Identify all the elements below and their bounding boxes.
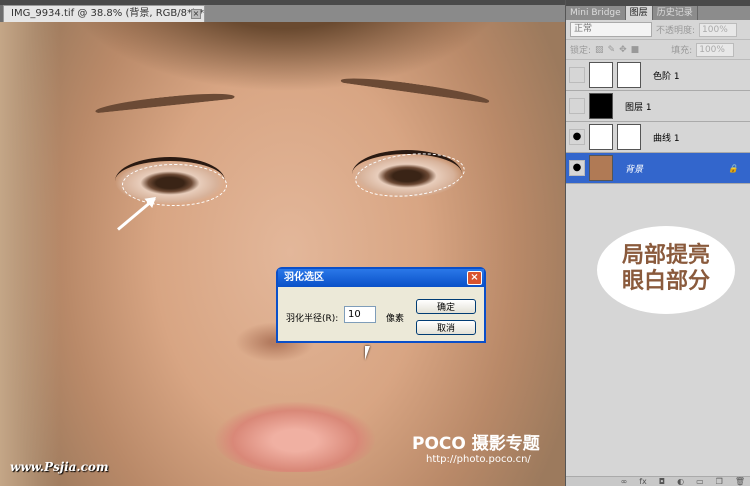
layer-thumbnail	[589, 155, 613, 181]
opacity-input[interactable]: 100%	[699, 22, 738, 37]
new-layer-icon[interactable]: ❐	[716, 477, 723, 486]
panel-footer: ∞ fx ◘ ◐ ▭ ❐ 🗑	[566, 476, 750, 486]
watermark-poco: POCO 摄影专题 http://photo.poco.cn/	[412, 434, 540, 466]
close-icon[interactable]: ×	[467, 271, 482, 285]
layer-mask-thumbnail	[617, 124, 641, 150]
eye-icon[interactable]: ●	[569, 160, 585, 176]
levels-icon	[589, 62, 613, 88]
adjustment-icon[interactable]: ◐	[677, 477, 684, 486]
eye-icon[interactable]: ●	[569, 129, 585, 145]
lips	[215, 402, 375, 472]
trash-icon[interactable]: 🗑	[735, 477, 745, 486]
visibility-toggle[interactable]	[569, 98, 585, 114]
mask-icon[interactable]: ◘	[659, 477, 665, 486]
tab-mini-bridge[interactable]: Mini Bridge	[566, 6, 626, 20]
blend-mode-select[interactable]: 正常	[570, 22, 652, 37]
dialog-titlebar[interactable]: 羽化选区 ×	[278, 269, 484, 287]
left-eyebrow	[94, 89, 236, 119]
lock-paint-icon[interactable]: ✎	[608, 45, 616, 55]
annotation-bubble: 局部提亮 眼白部分	[597, 226, 735, 314]
selection-marquee-left	[122, 164, 227, 206]
feather-selection-dialog: 羽化选区 × 羽化半径(R): 像素 确定 取消	[276, 267, 486, 343]
layer-name: 图层 1	[625, 102, 652, 113]
lock-row: 锁定: ▨ ✎ ✥ ■ 填充: 100%	[566, 40, 750, 60]
layer-thumbnail	[589, 93, 613, 119]
annotation-line-1: 局部提亮	[621, 243, 710, 268]
arrow-icon	[117, 197, 156, 231]
tab-strip	[205, 5, 565, 22]
mouse-cursor-icon	[365, 346, 375, 360]
unit-label: 像素	[386, 314, 405, 324]
lock-transparency-icon[interactable]: ▨	[595, 45, 604, 55]
panel-tabs: Mini Bridge 图层 历史记录	[566, 6, 750, 20]
image-canvas[interactable]: www.Psjia.com POCO 摄影专题 http://photo.poco…	[0, 22, 565, 486]
tab-history[interactable]: 历史记录	[653, 6, 698, 20]
watermark-url: http://photo.poco.cn/	[426, 454, 531, 466]
feather-radius-input[interactable]	[344, 306, 376, 323]
lock-move-icon[interactable]: ✥	[619, 45, 627, 55]
visibility-toggle[interactable]	[569, 67, 585, 83]
hair	[60, 22, 510, 92]
dialog-title: 羽化选区	[284, 272, 324, 283]
curves-icon	[589, 124, 613, 150]
fx-icon[interactable]: fx	[639, 477, 647, 486]
fill-input[interactable]: 100%	[696, 42, 735, 57]
layer-name: 色阶 1	[653, 71, 680, 82]
background	[0, 22, 60, 486]
layer-mask-thumbnail	[617, 62, 641, 88]
tab-layers[interactable]: 图层	[625, 6, 653, 20]
watermark-brand: POCO 摄影专题	[412, 434, 540, 454]
lock-all-icon[interactable]: ■	[631, 45, 640, 55]
document-tab-title: IMG_9934.tif @ 38.8% (背景, RGB/8*) *	[11, 8, 205, 19]
watermark-psjia: www.Psjia.com	[10, 460, 109, 474]
layer-levels[interactable]: 色阶 1	[566, 60, 750, 91]
fill-label: 填充:	[671, 46, 693, 56]
blend-row: 正常 不透明度: 100%	[566, 20, 750, 40]
link-icon[interactable]: ∞	[621, 477, 628, 486]
lock-label: 锁定:	[570, 46, 592, 56]
annotation-line-2: 眼白部分	[621, 269, 710, 294]
cancel-button[interactable]: 取消	[416, 320, 476, 335]
layer-background[interactable]: ● 背景 🔒	[566, 153, 750, 184]
document-tab[interactable]: IMG_9934.tif @ 38.8% (背景, RGB/8*) * ×	[3, 5, 205, 22]
layer-1[interactable]: 图层 1	[566, 91, 750, 122]
lock-icon: 🔒	[728, 163, 738, 173]
opacity-label: 不透明度:	[656, 26, 696, 36]
ok-button[interactable]: 确定	[416, 299, 476, 314]
layer-name: 背景	[625, 164, 644, 175]
feather-radius-label: 羽化半径(R):	[286, 314, 339, 324]
layer-curves[interactable]: ● 曲线 1	[566, 122, 750, 153]
folder-icon[interactable]: ▭	[696, 477, 704, 486]
layer-name: 曲线 1	[653, 133, 680, 144]
close-tab-icon[interactable]: ×	[191, 9, 201, 19]
